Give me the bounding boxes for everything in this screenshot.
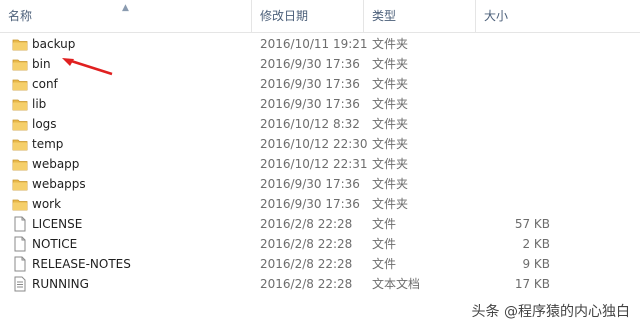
- file-date-modified: 2016/2/8 22:28: [260, 217, 353, 231]
- file-name: NOTICE: [32, 237, 78, 251]
- text-document-icon: [12, 276, 28, 292]
- file-type: 文件: [372, 217, 397, 231]
- file-type: 文件: [372, 237, 397, 251]
- folder-icon: [12, 176, 28, 192]
- folder-icon: [12, 96, 28, 112]
- file-name: bin: [32, 57, 51, 71]
- file-row[interactable]: webapp 2016/10/12 22:31 文件夹: [0, 154, 600, 174]
- file-name: lib: [32, 97, 47, 111]
- file-date-modified: 2016/2/8 22:28: [260, 257, 353, 271]
- file-date-modified: 2016/9/30 17:36: [260, 197, 360, 211]
- file-type: 文件: [372, 257, 397, 271]
- file-type: 文件夹: [372, 137, 409, 151]
- file-type: 文件夹: [372, 157, 409, 171]
- file-icon: [12, 256, 28, 272]
- file-name: conf: [32, 77, 58, 91]
- file-icon: [12, 216, 28, 232]
- annotation-arrow-icon: [62, 58, 113, 76]
- folder-icon: [12, 36, 28, 52]
- file-type: 文件夹: [372, 117, 409, 131]
- file-name: temp: [32, 137, 64, 151]
- file-size: 2 KB: [522, 237, 550, 251]
- column-header-type[interactable]: 类型: [364, 0, 476, 32]
- column-header-bar: 名称 ▲ 修改日期 类型 大小: [0, 0, 640, 33]
- file-name: work: [32, 197, 62, 211]
- file-row[interactable]: LICENSE 2016/2/8 22:28 文件 57 KB: [0, 214, 600, 234]
- watermark-text: 头条 @程序猿的内心独白: [471, 301, 630, 321]
- file-name: webapp: [32, 157, 80, 171]
- file-date-modified: 2016/10/12 22:30: [260, 137, 368, 151]
- file-row[interactable]: RELEASE-NOTES 2016/2/8 22:28 文件 9 KB: [0, 254, 600, 274]
- file-date-modified: 2016/2/8 22:28: [260, 237, 353, 251]
- file-row[interactable]: temp 2016/10/12 22:30 文件夹: [0, 134, 600, 154]
- column-header-size[interactable]: 大小: [476, 0, 566, 32]
- file-type: 文件夹: [372, 97, 409, 111]
- file-row[interactable]: NOTICE 2016/2/8 22:28 文件 2 KB: [0, 234, 600, 254]
- file-row[interactable]: logs 2016/10/12 8:32 文件夹: [0, 114, 600, 134]
- file-type: 文件夹: [372, 177, 409, 191]
- file-date-modified: 2016/9/30 17:36: [260, 57, 360, 71]
- file-date-modified: 2016/2/8 22:28: [260, 277, 353, 291]
- file-size: 17 KB: [514, 277, 550, 291]
- file-name: LICENSE: [32, 217, 83, 231]
- file-name: RELEASE-NOTES: [32, 257, 131, 271]
- file-name: webapps: [32, 177, 86, 191]
- folder-icon: [12, 56, 28, 72]
- folder-icon: [12, 76, 28, 92]
- file-row[interactable]: webapps 2016/9/30 17:36 文件夹: [0, 174, 600, 194]
- file-date-modified: 2016/10/11 19:21: [260, 37, 368, 51]
- folder-icon: [12, 116, 28, 132]
- file-date-modified: 2016/9/30 17:36: [260, 177, 360, 191]
- folder-icon: [12, 136, 28, 152]
- file-row[interactable]: backup 2016/10/11 19:21 文件夹: [0, 34, 600, 54]
- file-name: logs: [32, 117, 57, 131]
- file-name: backup: [32, 37, 76, 51]
- file-row[interactable]: lib 2016/9/30 17:36 文件夹: [0, 94, 600, 114]
- file-row[interactable]: work 2016/9/30 17:36 文件夹: [0, 194, 600, 214]
- file-type: 文件夹: [372, 57, 409, 71]
- file-type: 文件夹: [372, 197, 409, 211]
- file-date-modified: 2016/10/12 8:32: [260, 117, 360, 131]
- file-date-modified: 2016/10/12 22:31: [260, 157, 368, 171]
- folder-icon: [12, 156, 28, 172]
- column-header-date-modified[interactable]: 修改日期: [252, 0, 364, 32]
- file-date-modified: 2016/9/30 17:36: [260, 97, 360, 111]
- file-name: RUNNING: [32, 277, 89, 291]
- file-type: 文件夹: [372, 77, 409, 91]
- file-size: 57 KB: [514, 217, 550, 231]
- file-type: 文件夹: [372, 37, 409, 51]
- file-icon: [12, 236, 28, 252]
- file-date-modified: 2016/9/30 17:36: [260, 77, 360, 91]
- file-type: 文本文档: [372, 277, 421, 291]
- folder-icon: [12, 196, 28, 212]
- file-size: 9 KB: [522, 257, 550, 271]
- sort-ascending-icon: ▲: [122, 3, 129, 13]
- file-row[interactable]: RUNNING 2016/2/8 22:28 文本文档 17 KB: [0, 274, 600, 294]
